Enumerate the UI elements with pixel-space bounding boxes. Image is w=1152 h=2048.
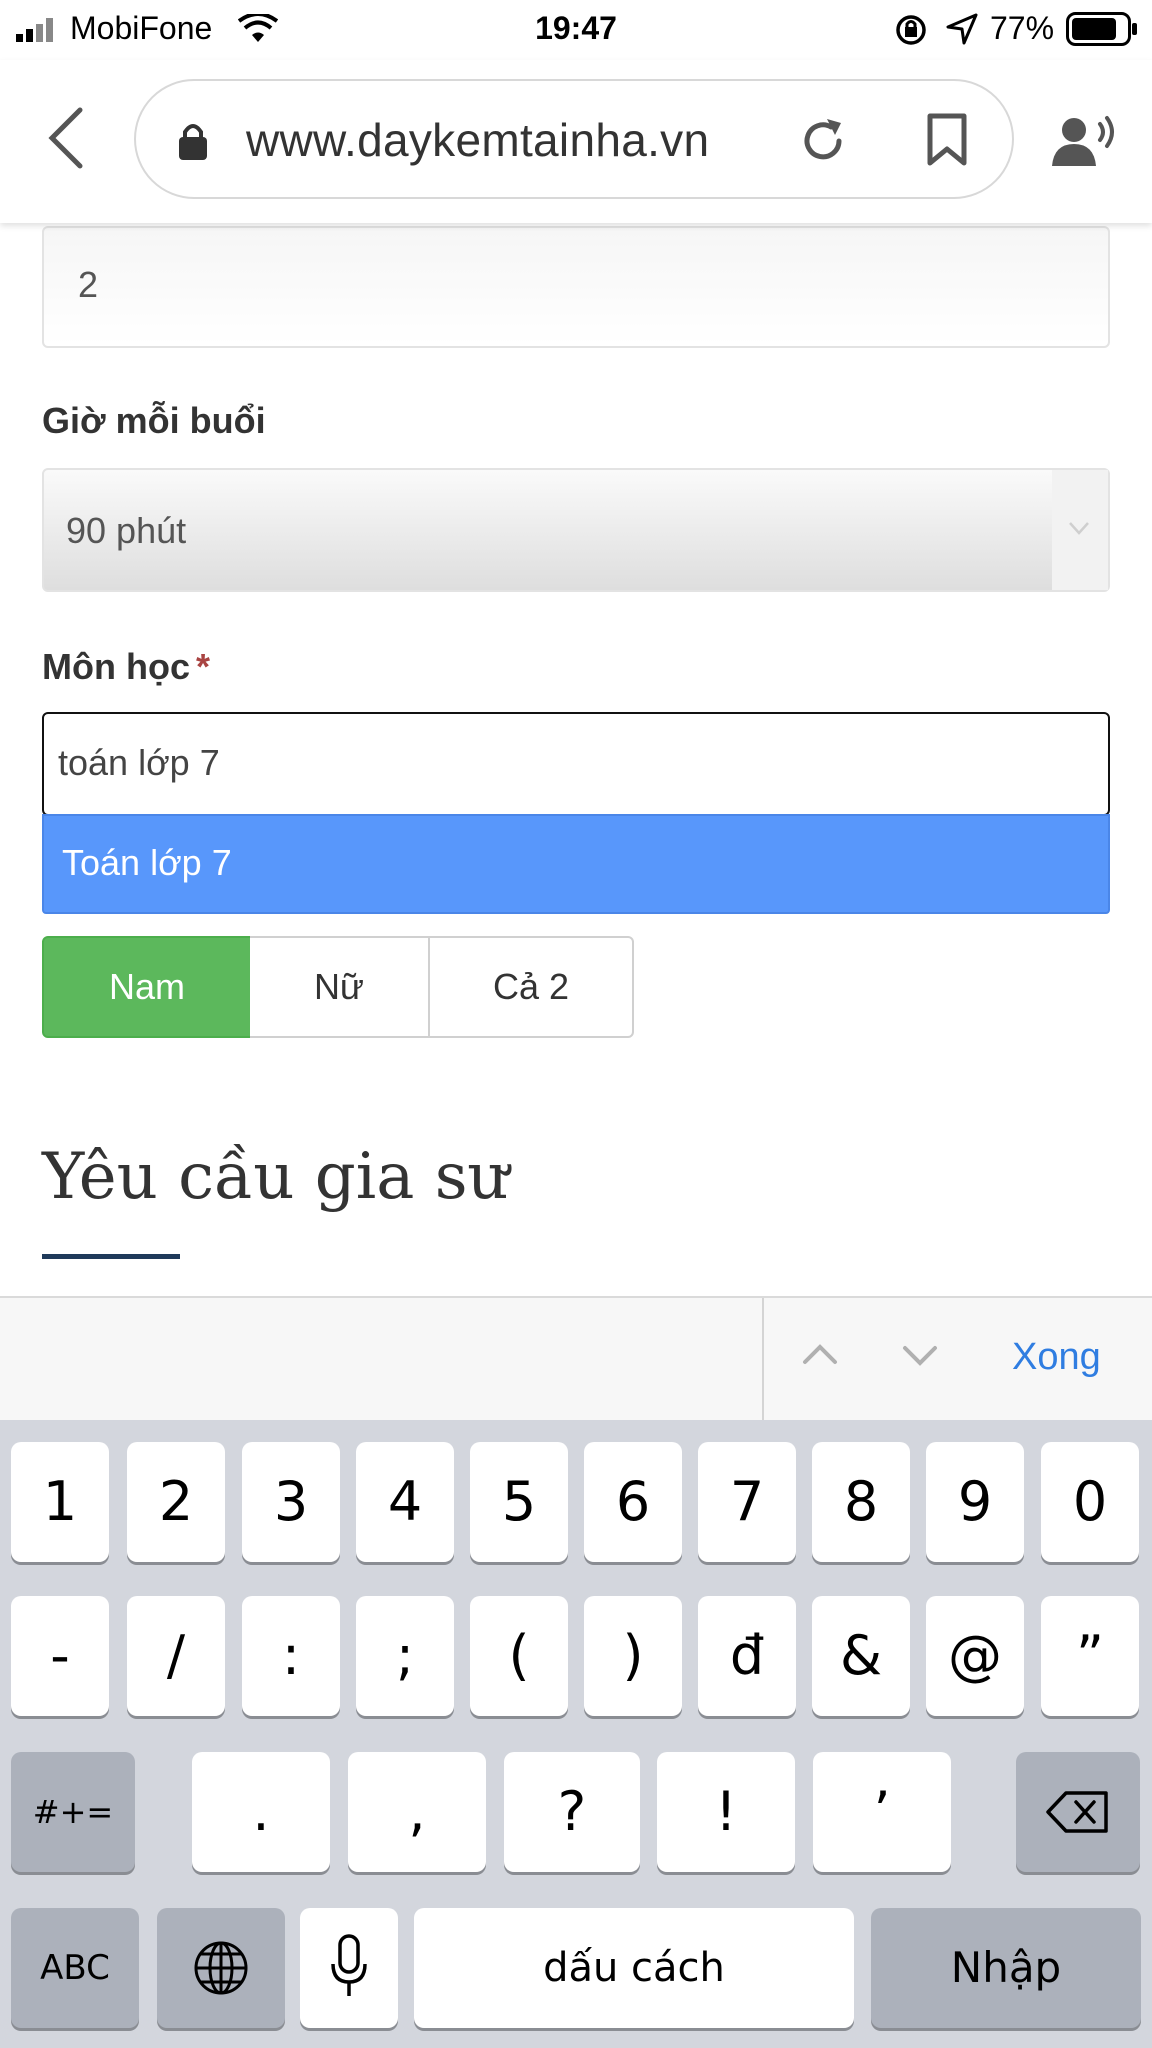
key-5[interactable]: 5 <box>470 1442 568 1562</box>
duration-select[interactable]: 90 phút <box>42 468 1110 592</box>
clock: 19:47 <box>535 10 617 46</box>
section-underline <box>42 1254 180 1259</box>
key-8[interactable]: 8 <box>812 1442 910 1562</box>
address-bar[interactable]: www.daykemtainha.vn <box>134 79 1014 199</box>
keyboard: 1 2 3 4 5 6 7 8 9 0 - / : ; ( ) đ & @ ” … <box>0 1420 1152 2048</box>
mic-icon <box>331 1934 367 1996</box>
key-6[interactable]: 6 <box>584 1442 682 1562</box>
chevron-up-icon[interactable] <box>802 1342 838 1366</box>
gio-label: Giờ mỗi buổi <box>42 400 266 441</box>
chevron-down-icon <box>1069 522 1089 535</box>
delete-icon <box>1046 1791 1108 1833</box>
key-at[interactable]: @ <box>926 1596 1024 1716</box>
accessory-divider <box>762 1298 764 1422</box>
key-7[interactable]: 7 <box>698 1442 796 1562</box>
key-9[interactable]: 9 <box>926 1442 1024 1562</box>
key-symbols[interactable]: #+= <box>11 1752 135 1872</box>
key-comma[interactable]: , <box>348 1752 486 1872</box>
rotation-lock-icon <box>896 15 926 45</box>
key-apostrophe[interactable]: ’ <box>813 1752 951 1872</box>
gender-both-button[interactable]: Cả 2 <box>428 936 634 1038</box>
key-abc[interactable]: ABC <box>11 1908 139 2028</box>
reader-icon[interactable] <box>1052 114 1118 170</box>
status-bar: MobiFone 19:47 77% <box>0 0 1152 60</box>
battery-icon <box>1066 12 1137 46</box>
gender-male-button[interactable]: Nam <box>42 936 252 1038</box>
key-2[interactable]: 2 <box>127 1442 225 1562</box>
dictation-key[interactable] <box>300 1908 398 2028</box>
enter-key[interactable]: Nhập <box>871 1908 1141 2028</box>
suggestion-item[interactable]: Toán lớp 7 <box>42 814 1110 914</box>
key-4[interactable]: 4 <box>356 1442 454 1562</box>
required-asterisk: * <box>195 646 210 687</box>
battery-percent: 77% <box>990 10 1055 46</box>
sessions-value: 2 <box>78 264 99 305</box>
key-0[interactable]: 0 <box>1041 1442 1139 1562</box>
key-period[interactable]: . <box>192 1752 330 1872</box>
mon-label: Môn học * <box>42 646 210 688</box>
globe-icon <box>194 1941 248 1995</box>
reload-icon[interactable] <box>799 117 847 165</box>
lock-icon <box>179 124 207 160</box>
key-close-paren[interactable]: ) <box>584 1596 682 1716</box>
keyboard-accessory-bar: Xong <box>0 1296 1152 1422</box>
key-3[interactable]: 3 <box>242 1442 340 1562</box>
key-exclamation[interactable]: ! <box>657 1752 795 1872</box>
back-icon[interactable] <box>46 106 86 170</box>
bookmark-icon[interactable] <box>926 113 968 167</box>
duration-value: 90 phút <box>66 510 187 551</box>
key-open-paren[interactable]: ( <box>470 1596 568 1716</box>
key-colon[interactable]: : <box>242 1596 340 1716</box>
subject-input-value: toán lớp 7 <box>58 742 220 783</box>
key-1[interactable]: 1 <box>11 1442 109 1562</box>
location-icon <box>946 13 978 45</box>
browser-toolbar: www.daykemtainha.vn <box>0 60 1152 223</box>
section-title: Yêu cầu gia sư <box>42 1140 509 1214</box>
globe-key[interactable] <box>157 1908 285 2028</box>
delete-key[interactable] <box>1016 1752 1140 1872</box>
subject-input[interactable]: toán lớp 7 <box>42 712 1110 816</box>
key-dash[interactable]: - <box>11 1596 109 1716</box>
suggestion-label: Toán lớp 7 <box>62 842 232 883</box>
sessions-field[interactable]: 2 <box>42 226 1110 348</box>
chevron-down-icon[interactable] <box>902 1344 938 1368</box>
mon-label-text: Môn học <box>42 646 190 687</box>
key-slash[interactable]: / <box>127 1596 225 1716</box>
space-key[interactable]: dấu cách <box>414 1908 854 2028</box>
done-button[interactable]: Xong <box>1012 1336 1101 1379</box>
key-question[interactable]: ? <box>504 1752 640 1872</box>
key-quote[interactable]: ” <box>1041 1596 1139 1716</box>
key-dong[interactable]: đ <box>698 1596 796 1716</box>
gender-female-button[interactable]: Nữ <box>250 936 430 1038</box>
select-arrow-box <box>1052 470 1108 590</box>
url-text: www.daykemtainha.vn <box>246 114 710 166</box>
key-semicolon[interactable]: ; <box>356 1596 454 1716</box>
key-ampersand[interactable]: & <box>812 1596 910 1716</box>
